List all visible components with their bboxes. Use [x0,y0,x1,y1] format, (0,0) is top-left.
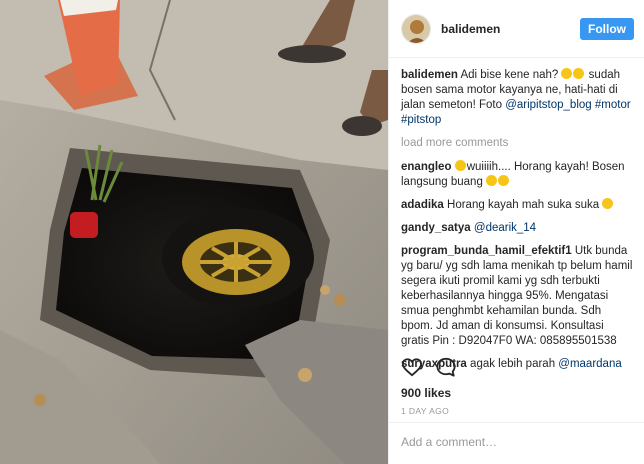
comment-item: program_bunda_hamil_efektif1 Utk bunda y… [401,244,634,349]
comment-item: adadika Horang kayah mah suka suka [401,198,634,213]
comment-item: gandy_satya @dearik_14 [401,221,634,236]
add-comment-input[interactable] [401,435,633,449]
hashtag-pitstop[interactable]: #pitstop [401,114,441,126]
avatar[interactable] [401,13,431,44]
comment-text: Horang kayah mah suka suka [447,199,603,211]
laughing-emoji-icon [602,198,614,209]
comment-text: agak lebih parah [470,358,559,370]
caption-text: Adi bise kene nah? [460,69,562,81]
caption: balidemen Adi bise kene nah? sudah bosen… [401,68,634,128]
laughing-emoji-icon [561,68,573,79]
header-username[interactable]: balidemen [441,22,580,36]
comment-username[interactable]: program_bunda_hamil_efektif1 [401,245,572,257]
comment-item: enangleo wuiiiih.... Horang kayah! Bosen… [401,160,634,190]
thumbs-up-emoji-icon [486,175,498,186]
likes-count[interactable]: 900 likes [401,386,451,400]
comment-mention[interactable]: @maardana [558,358,621,370]
comment-username[interactable]: enangleo [401,161,451,173]
laughing-emoji-icon [573,68,585,79]
post-timestamp: 1 DAY AGO [401,406,450,416]
load-more-comments-link[interactable]: load more comments [401,136,634,150]
instagram-post: balidemen Follow balidemen Adi bise kene… [0,0,644,464]
caption-username[interactable]: balidemen [401,69,458,81]
post-header: balidemen Follow [389,0,644,58]
add-comment-row [389,422,644,464]
post-actions [401,357,457,377]
pothole-motorcycle-image [0,0,388,464]
grin-emoji-icon [498,175,510,186]
thumbs-up-emoji-icon [454,160,466,171]
caption-mention[interactable]: @aripitstop_blog [505,99,591,111]
post-photo[interactable] [0,0,388,464]
comment-username[interactable]: adadika [401,199,444,211]
comment-username[interactable]: gandy_satya [401,222,471,234]
follow-button[interactable]: Follow [580,17,634,40]
comment-mention[interactable]: @dearik_14 [474,222,536,234]
post-side-panel: balidemen Follow balidemen Adi bise kene… [388,0,644,464]
avatar-image [402,14,430,43]
comment-text: Utk bunda yg baru/ yg sdh lama menikah t… [401,245,633,347]
hashtag-motor[interactable]: #motor [595,99,631,111]
comment-list: balidemen Adi bise kene nah? sudah bosen… [389,58,644,374]
comment-icon[interactable] [435,357,457,377]
heart-icon[interactable] [401,357,423,377]
